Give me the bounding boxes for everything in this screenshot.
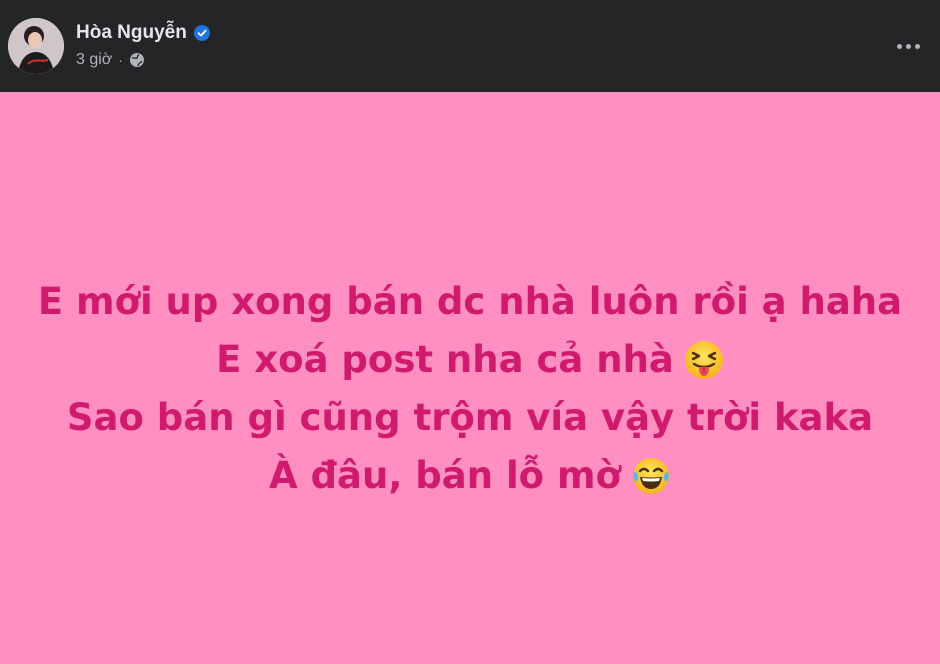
post-timestamp[interactable]: 3 giờ	[76, 50, 112, 70]
post-text: E xoá post nha cả nhà	[216, 338, 674, 381]
post-text-line: Sao bán gì cũng trộm vía vậy trời kaka	[67, 389, 873, 447]
avatar[interactable]	[8, 18, 64, 74]
post-text-line: E xoá post nha cả nhà	[216, 331, 724, 389]
more-options-icon-dot	[905, 43, 911, 49]
meta-separator: ·	[118, 52, 123, 68]
squinting-face-with-tongue-emoji	[684, 341, 723, 379]
post-content: E mới up xong bán dc nhà luôn rồi ạ haha…	[0, 92, 940, 664]
author-name[interactable]: Hòa Nguyễn	[76, 22, 210, 44]
more-options-icon-dot	[914, 43, 920, 49]
more-options-icon	[896, 43, 902, 49]
verified-badge-icon	[193, 25, 210, 41]
post-text: E mới up xong bán dc nhà luôn rồi ạ haha	[37, 280, 903, 323]
post-meta: 3 giờ ·	[76, 50, 145, 70]
post-text-line: E mới up xong bán dc nhà luôn rồi ạ haha	[38, 273, 902, 331]
post-text-line: À đâu, bán lỗ mờ	[269, 447, 671, 505]
facebook-post: Hòa Nguyễn 3 giờ · E mới up xong bán dc …	[0, 0, 940, 664]
post-text: Sao bán gì cũng trộm vía vậy trời kaka	[66, 396, 874, 439]
face-with-tears-of-joy-emoji	[632, 458, 669, 494]
more-options-button[interactable]	[890, 30, 926, 62]
globe-icon[interactable]	[129, 52, 145, 68]
post-text: À đâu, bán lỗ mờ	[269, 454, 621, 497]
author-name-text[interactable]: Hòa Nguyễn	[76, 22, 187, 44]
post-header: Hòa Nguyễn 3 giờ ·	[0, 0, 940, 92]
